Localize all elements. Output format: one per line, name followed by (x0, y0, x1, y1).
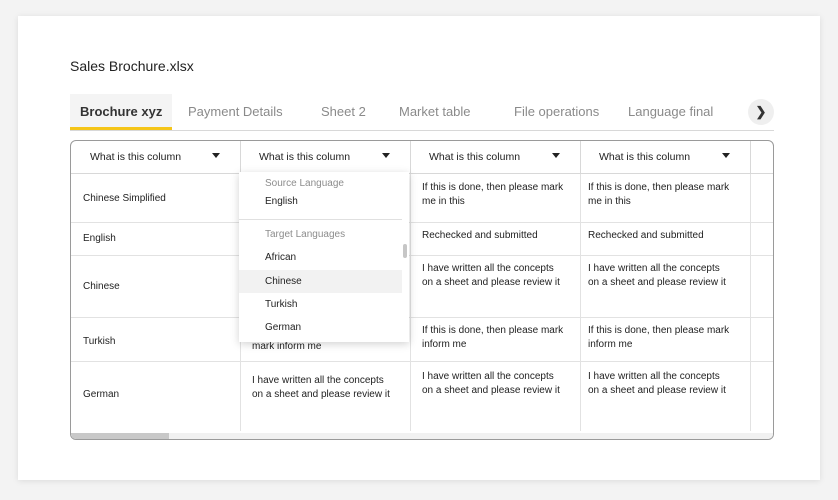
column-header-label: What is this column (259, 151, 351, 163)
sheet-tabs: Brochure xyz Payment Details Sheet 2 Mar… (70, 94, 774, 131)
column-header-2[interactable]: What is this column (241, 141, 411, 174)
cell[interactable]: I have written all the concepts on a she… (252, 374, 392, 402)
cell[interactable]: I have written all the concepts on a she… (588, 262, 728, 290)
row-divider (71, 222, 773, 223)
tab-brochure-xyz[interactable]: Brochure xyz (70, 94, 173, 130)
tab-payment-details[interactable]: Payment Details (188, 94, 283, 130)
tab-language-final[interactable]: Language final (628, 94, 713, 130)
row-divider (71, 317, 773, 318)
cell[interactable]: I have written all the concepts on a she… (422, 370, 562, 398)
cell-language[interactable]: Chinese (83, 280, 233, 294)
tab-file-operations[interactable]: File operations (514, 94, 599, 130)
source-language-heading: Source Language (265, 178, 344, 189)
cell-language[interactable]: Chinese Simplified (83, 192, 233, 206)
cell[interactable]: If this is done, then please mark inform… (588, 324, 738, 352)
column-header-1[interactable]: What is this column (71, 141, 241, 174)
cell-language[interactable]: German (83, 388, 233, 402)
row-divider (71, 361, 773, 362)
language-dropdown: Source Language English Target Languages… (239, 172, 409, 342)
dropdown-scrollbar[interactable] (403, 244, 407, 258)
caret-down-icon[interactable] (722, 153, 730, 158)
tab-market-table[interactable]: Market table (399, 94, 471, 130)
column-header-label: What is this column (429, 151, 521, 163)
tab-sheet-2[interactable]: Sheet 2 (321, 94, 366, 130)
row-divider (71, 255, 773, 256)
data-grid: What is this column What is this column … (70, 140, 774, 440)
cell[interactable]: If this is done, then please mark me in … (588, 181, 738, 209)
column-header-3[interactable]: What is this column (411, 141, 581, 174)
column-divider (750, 174, 751, 431)
cell[interactable]: Rechecked and submitted (422, 229, 572, 243)
cell-language[interactable]: Turkish (83, 335, 233, 349)
cell[interactable]: If this is done, then please mark inform… (422, 324, 572, 352)
horizontal-scrollbar[interactable] (71, 433, 773, 439)
column-divider (580, 174, 581, 431)
cell[interactable]: I have written all the concepts on a she… (422, 262, 562, 290)
dropdown-divider (239, 219, 402, 220)
horizontal-scrollbar-thumb[interactable] (71, 433, 169, 439)
target-languages-heading: Target Languages (265, 229, 346, 240)
cell-language[interactable]: English (83, 232, 233, 246)
column-header-5 (751, 141, 773, 174)
column-header-label: What is this column (599, 151, 691, 163)
cell[interactable]: I have written all the concepts on a she… (588, 370, 728, 398)
caret-down-icon[interactable] (212, 153, 220, 158)
target-language-african[interactable]: African (239, 246, 402, 269)
chevron-right-icon: ❯ (755, 104, 767, 119)
target-language-chinese[interactable]: Chinese (239, 270, 402, 293)
column-divider (410, 174, 411, 431)
column-header-4[interactable]: What is this column (581, 141, 751, 174)
target-language-turkish[interactable]: Turkish (239, 293, 402, 316)
source-language-value[interactable]: English (239, 190, 402, 213)
target-language-german[interactable]: German (239, 316, 402, 339)
next-tabs-button[interactable]: ❯ (748, 99, 774, 125)
caret-down-icon[interactable] (382, 153, 390, 158)
column-header-label: What is this column (90, 151, 182, 163)
cell[interactable]: mark inform me (252, 340, 402, 354)
caret-down-icon[interactable] (552, 153, 560, 158)
cell[interactable]: If this is done, then please mark me in … (422, 181, 572, 209)
file-title: Sales Brochure.xlsx (70, 58, 194, 74)
cell[interactable]: Rechecked and submitted (588, 229, 738, 243)
